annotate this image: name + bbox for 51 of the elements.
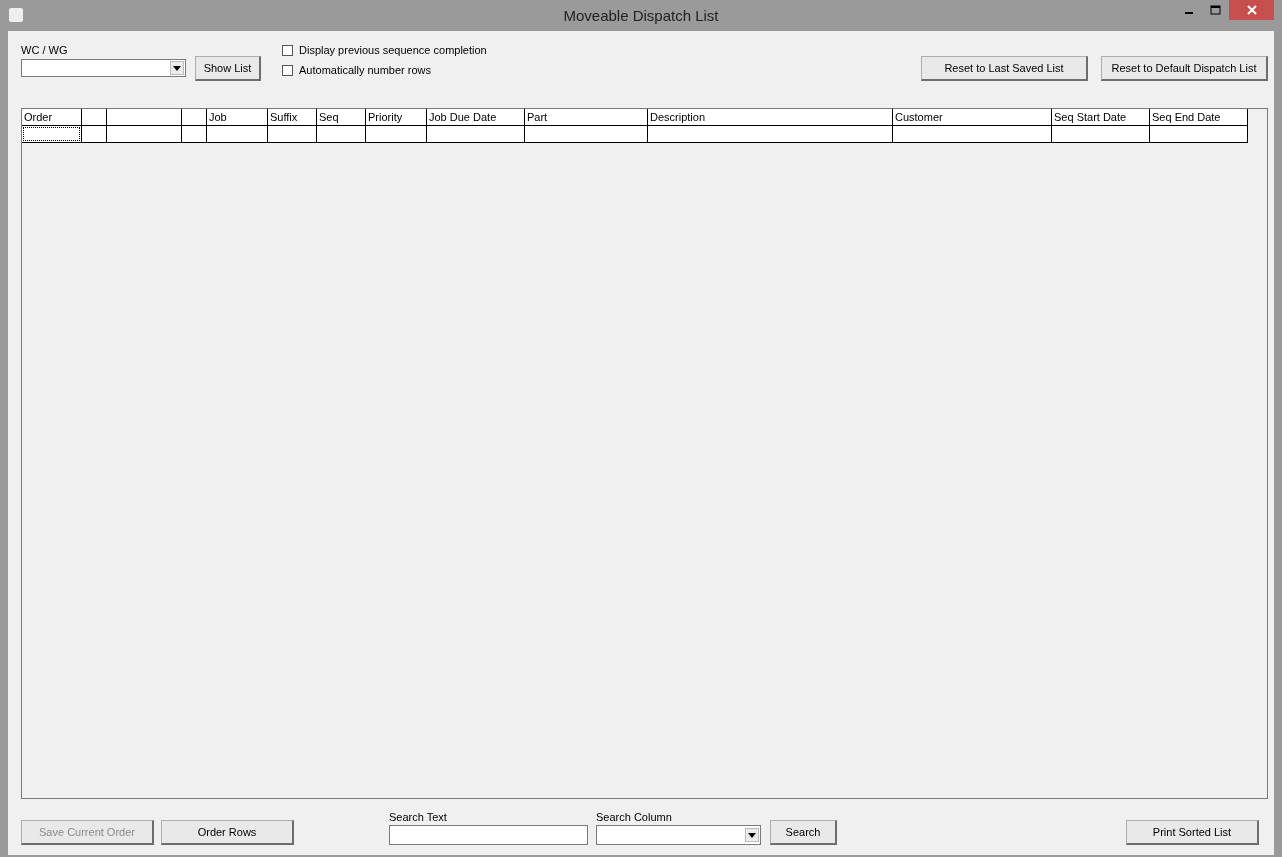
- table-cell[interactable]: [648, 126, 893, 143]
- action-button[interactable]: Order Rows: [161, 820, 294, 845]
- show-list-button[interactable]: Show List: [195, 56, 261, 81]
- column-header[interactable]: Customer: [893, 109, 1052, 126]
- reset-button[interactable]: Reset to Default Dispatch List: [1101, 56, 1268, 81]
- reset-button[interactable]: Reset to Last Saved List: [921, 56, 1088, 81]
- maximize-icon: [1210, 5, 1221, 15]
- table-cell[interactable]: [893, 126, 1052, 143]
- field-label: Search Column: [596, 810, 673, 824]
- window-title: Moveable Dispatch List: [562, 7, 720, 24]
- checkbox-label: Automatically number rows: [299, 63, 432, 77]
- table-cell[interactable]: [107, 126, 182, 143]
- column-header[interactable]: Job: [207, 109, 268, 126]
- dropdown-field[interactable]: [596, 825, 761, 845]
- table-cell[interactable]: [1150, 126, 1248, 143]
- dropdown-field[interactable]: [21, 59, 186, 77]
- table-cell[interactable]: [207, 126, 268, 143]
- column-header[interactable]: Job Due Date: [427, 109, 525, 126]
- table-cell[interactable]: [82, 126, 107, 143]
- close-icon: [1246, 5, 1257, 15]
- column-header[interactable]: [182, 109, 207, 126]
- table-cell[interactable]: [366, 126, 427, 143]
- checkbox[interactable]: [282, 64, 293, 76]
- column-header[interactable]: Priority: [366, 109, 427, 126]
- column-header[interactable]: Description: [648, 109, 893, 126]
- checkbox[interactable]: [282, 44, 293, 56]
- column-header[interactable]: Seq: [317, 109, 366, 126]
- search-text-field[interactable]: [389, 825, 588, 845]
- table-cell[interactable]: [1052, 126, 1150, 143]
- minimize-icon: [1184, 12, 1193, 14]
- table-cell[interactable]: [317, 126, 366, 143]
- checkbox-label: Display previous sequence completion: [299, 43, 487, 57]
- table-cell[interactable]: [427, 126, 525, 143]
- dropdown-arrow-icon: [748, 832, 756, 838]
- column-header[interactable]: Part: [525, 109, 648, 126]
- close-button[interactable]: [1229, 0, 1274, 20]
- column-header[interactable]: Suffix: [268, 109, 317, 126]
- column-header[interactable]: Seq End Date: [1150, 109, 1248, 126]
- search-button[interactable]: Search: [770, 820, 837, 845]
- table-cell[interactable]: [525, 126, 648, 143]
- app-icon: [9, 8, 23, 22]
- column-header[interactable]: Order: [22, 109, 82, 126]
- column-header[interactable]: [82, 109, 107, 126]
- column-header[interactable]: Seq Start Date: [1052, 109, 1150, 126]
- table-cell[interactable]: [182, 126, 207, 143]
- field-label: WC / WG: [21, 43, 69, 57]
- column-header[interactable]: [107, 109, 182, 126]
- dropdown-arrow-icon: [173, 65, 181, 71]
- table-cell[interactable]: [268, 126, 317, 143]
- field-label: Search Text: [389, 810, 448, 824]
- print-button[interactable]: Print Sorted List: [1126, 820, 1259, 845]
